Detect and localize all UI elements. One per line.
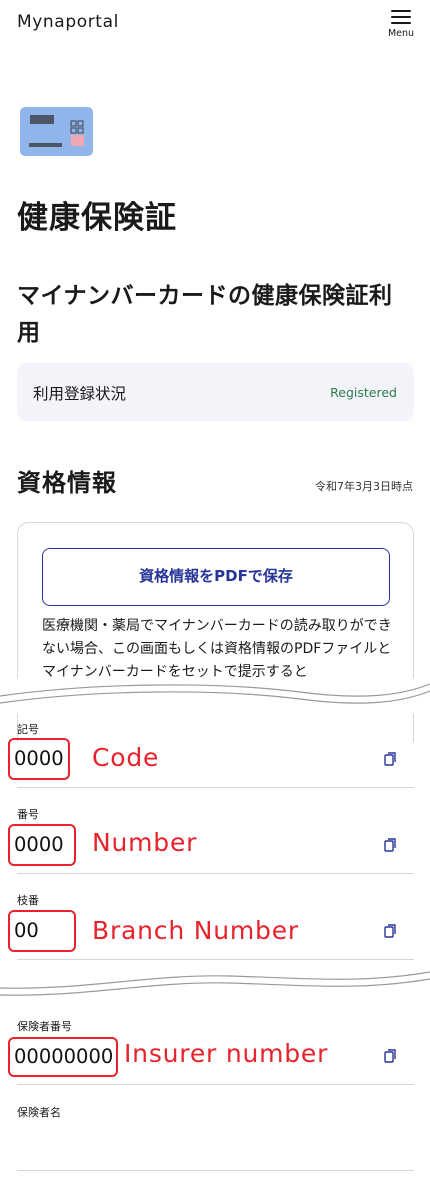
- divider: [17, 959, 414, 960]
- registration-status-label: 利用登録状況: [33, 385, 127, 403]
- app-header: Mynaportal Menu: [0, 0, 430, 48]
- page-break-divider: [0, 678, 430, 714]
- registration-status-box: 利用登録状況 Registered: [17, 363, 414, 421]
- number-value: 0000: [8, 824, 76, 866]
- branch-annotation: Branch Number: [92, 916, 299, 945]
- hamburger-icon: [391, 10, 411, 24]
- menu-label: Menu: [387, 28, 415, 39]
- branch-field: 枝番 00 Branch Number: [8, 892, 414, 958]
- code-label: 記号: [17, 723, 39, 736]
- divider: [17, 1170, 414, 1171]
- registration-status-badge: Registered: [330, 385, 397, 400]
- copy-icon[interactable]: [384, 924, 397, 938]
- code-annotation: Code: [92, 743, 160, 772]
- copy-icon[interactable]: [384, 1049, 397, 1063]
- branch-label: 枝番: [17, 894, 39, 907]
- save-pdf-button[interactable]: 資格情報をPDFで保存: [42, 548, 390, 606]
- brand-logo[interactable]: Mynaportal: [17, 12, 119, 32]
- menu-button[interactable]: Menu: [386, 9, 416, 41]
- branch-value: 00: [8, 910, 76, 952]
- number-field: 番号 0000 Number: [8, 806, 414, 872]
- insurer-number-annotation: Insurer number: [124, 1039, 329, 1068]
- page-title: 健康保険証: [17, 200, 177, 236]
- insurer-number-value: 00000000: [8, 1037, 118, 1077]
- qualification-description: 医療機関・薬局でマイナンバーカードの読み取りができない場合、この画面もしくは資格…: [42, 618, 392, 680]
- insurer-name-field: 保険者名: [17, 1104, 414, 1170]
- divider: [17, 873, 414, 874]
- divider: [17, 1084, 414, 1085]
- insurer-number-field: 保険者番号 00000000 Insurer number: [8, 1018, 414, 1084]
- card-usage-heading: マイナンバーカードの健康保険証利用: [17, 283, 393, 346]
- divider: [17, 787, 414, 788]
- insurance-card-icon: [20, 107, 93, 156]
- insurer-name-label: 保険者名: [17, 1106, 61, 1119]
- copy-icon[interactable]: [384, 752, 397, 766]
- number-annotation: Number: [92, 828, 198, 857]
- code-value: 0000: [8, 738, 70, 780]
- number-label: 番号: [17, 808, 39, 821]
- qualification-date: 令和7年3月3日時点: [315, 480, 413, 493]
- insurer-number-label: 保険者番号: [17, 1020, 72, 1033]
- page-break-divider: [0, 968, 430, 1002]
- code-field: 記号 0000 Code: [8, 721, 414, 787]
- qualification-heading: 資格情報: [17, 469, 117, 497]
- copy-icon[interactable]: [384, 838, 397, 852]
